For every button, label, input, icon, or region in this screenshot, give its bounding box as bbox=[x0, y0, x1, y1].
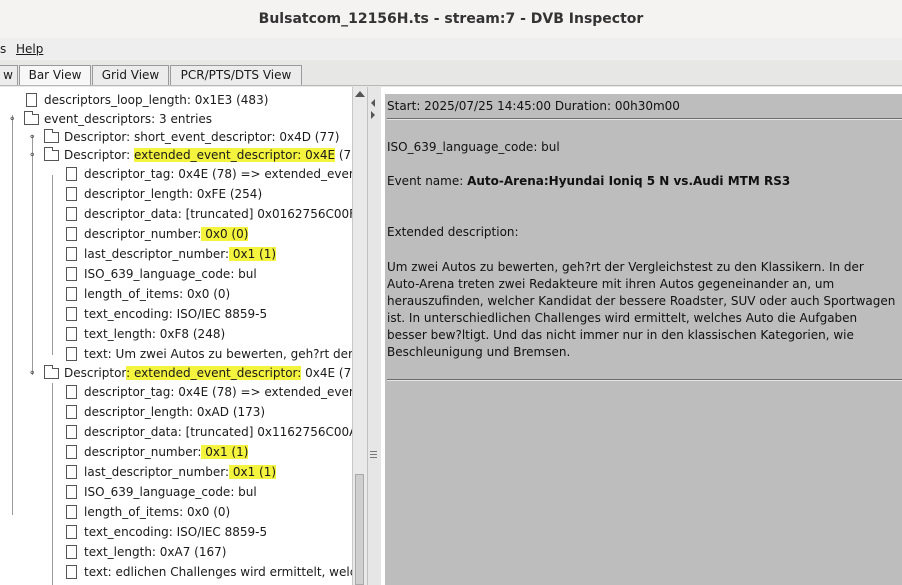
file-icon bbox=[66, 207, 77, 221]
view-tabs: w Bar View Grid View PCR/PTS/DTS View bbox=[0, 61, 902, 86]
separator-line bbox=[387, 118, 902, 120]
extended-description-line: besser bew?ltigt. Und das nicht immer nu… bbox=[387, 328, 854, 342]
extended-description-line: ist. In unterschiedlichen Challenges wir… bbox=[387, 311, 858, 325]
split-pane-divider[interactable] bbox=[367, 87, 382, 585]
file-icon bbox=[66, 187, 77, 201]
event-name: Auto-Arena:Hyundai Ioniq 5 N vs.Audi MTM… bbox=[467, 174, 791, 188]
tree-row[interactable]: ⚬ Descriptor: short_event_descriptor: 0x… bbox=[0, 127, 352, 147]
extended-description-line: Beschleunigung und Bremsen. bbox=[387, 345, 571, 359]
tree-row[interactable]: descriptor_tag: 0x4E (78) => extended_ev… bbox=[0, 164, 352, 184]
search-highlight: 0x1 (1) bbox=[201, 445, 249, 459]
tree-row[interactable]: text: Um zwei Autos zu bewerten, geh?rt … bbox=[0, 344, 352, 364]
tree-row[interactable]: descriptor_data: [truncated] 0x1162756C0… bbox=[0, 422, 352, 442]
tree-panel[interactable]: descriptors_loop_length: 0x1E3 (483) ⚬ e… bbox=[0, 87, 352, 585]
file-icon bbox=[66, 505, 77, 519]
file-icon bbox=[66, 425, 77, 439]
collapse-left-arrow-icon[interactable] bbox=[371, 99, 375, 107]
tree-row[interactable]: descriptor_length: 0xFE (254) bbox=[0, 184, 352, 204]
file-icon bbox=[66, 227, 77, 241]
extended-description-line: Um zwei Autos zu bewerten, geh?rt der Ve… bbox=[387, 260, 864, 274]
menu-bar: s Help bbox=[0, 38, 902, 60]
extended-description-line: herauszufinden, welcher Kandidat der bes… bbox=[387, 294, 896, 308]
tab-grid-view[interactable]: Grid View bbox=[92, 65, 169, 85]
tree-row[interactable]: descriptors_loop_length: 0x1E3 (483) bbox=[0, 90, 352, 110]
tree-row[interactable]: text_length: 0xA7 (167) bbox=[0, 542, 352, 562]
scroll-up-arrow-icon[interactable] bbox=[355, 91, 365, 97]
folder-icon bbox=[44, 129, 59, 143]
search-highlight: 0x1 (1) bbox=[229, 247, 277, 261]
search-highlight: : extended_event_descriptor: bbox=[126, 366, 302, 380]
tree-row[interactable]: length_of_items: 0x0 (0) bbox=[0, 502, 352, 522]
file-icon bbox=[66, 247, 77, 261]
menu-item-help[interactable]: Help bbox=[16, 42, 43, 56]
file-icon bbox=[66, 445, 77, 459]
file-icon bbox=[66, 327, 77, 341]
file-icon bbox=[66, 287, 77, 301]
tree-row[interactable]: descriptor_number: 0x0 (0) bbox=[0, 224, 352, 244]
file-icon bbox=[66, 347, 77, 361]
tree-row[interactable]: last_descriptor_number: 0x1 (1) bbox=[0, 462, 352, 482]
detail-document: Start: 2025/07/25 14:45:00 Duration: 00h… bbox=[385, 94, 902, 585]
title-bar: Bulsatcom_12156H.ts - stream:7 - DVB Ins… bbox=[0, 0, 902, 39]
start-duration-text: Start: 2025/07/25 14:45:00 Duration: 00h… bbox=[387, 99, 680, 113]
file-icon bbox=[66, 545, 77, 559]
expanded-toggle-icon[interactable]: ⚬ bbox=[28, 151, 36, 161]
file-icon bbox=[66, 385, 77, 399]
tab-bar-view[interactable]: Bar View bbox=[19, 65, 91, 85]
file-icon bbox=[66, 485, 77, 499]
file-icon bbox=[66, 525, 77, 539]
separator-line bbox=[387, 379, 902, 381]
tab-partial[interactable]: w bbox=[0, 65, 18, 85]
extended-description-label: Extended description: bbox=[387, 225, 519, 239]
search-highlight: 0x0 (0) bbox=[201, 227, 249, 241]
window-title: Bulsatcom_12156H.ts - stream:7 - DVB Ins… bbox=[258, 11, 644, 27]
tree-row[interactable]: text: edlichen Challenges wird ermittelt… bbox=[0, 562, 352, 582]
expanded-toggle-icon[interactable]: ⚬ bbox=[8, 115, 16, 125]
scrollbar-thumb[interactable] bbox=[355, 474, 364, 585]
tree-row[interactable]: ⚬ event_descriptors: 3 entries bbox=[0, 109, 352, 129]
tree-row[interactable]: descriptor_data: [truncated] 0x0162756C0… bbox=[0, 204, 352, 224]
file-icon bbox=[26, 93, 37, 107]
tree-row[interactable]: ⚬ Descriptor: extended_event_descriptor:… bbox=[0, 363, 352, 383]
tree-row[interactable]: ISO_639_language_code: bul bbox=[0, 264, 352, 284]
tree-vertical-scrollbar[interactable] bbox=[352, 87, 367, 585]
search-highlight: extended_event_descriptor: 0x4E bbox=[133, 148, 336, 162]
folder-open-icon bbox=[24, 111, 39, 125]
file-icon bbox=[66, 465, 77, 479]
tree-row[interactable]: last_descriptor_number: 0x1 (1) bbox=[0, 244, 352, 264]
folder-open-icon bbox=[44, 147, 59, 161]
menu-item-partial[interactable]: s bbox=[0, 42, 6, 56]
tree-row[interactable]: length_of_items: 0x0 (0) bbox=[0, 284, 352, 304]
file-icon bbox=[66, 565, 77, 579]
expanded-toggle-icon[interactable]: ⚬ bbox=[28, 369, 36, 379]
collapse-right-arrow-icon[interactable] bbox=[371, 111, 375, 119]
tree-row[interactable]: text_encoding: ISO/IEC 8859-5 bbox=[0, 522, 352, 542]
file-icon bbox=[66, 167, 77, 181]
extended-description-line: Auto-Arena treten zwei Redakteure mit ih… bbox=[387, 277, 835, 291]
file-icon bbox=[66, 307, 77, 321]
tree-row[interactable]: text_encoding: ISO/IEC 8859-5 bbox=[0, 304, 352, 324]
file-icon bbox=[66, 405, 77, 419]
detail-panel: Start: 2025/07/25 14:45:00 Duration: 00h… bbox=[381, 87, 902, 585]
folder-open-icon bbox=[44, 365, 59, 379]
file-icon bbox=[66, 267, 77, 281]
tree-row[interactable]: descriptor_number: 0x1 (1) bbox=[0, 442, 352, 462]
tree-row[interactable]: descriptor_tag: 0x4E (78) => extended_ev… bbox=[0, 382, 352, 402]
collapsed-toggle-icon[interactable]: ⚬ bbox=[28, 133, 36, 143]
tree-row[interactable]: descriptor_length: 0xAD (173) bbox=[0, 402, 352, 422]
tree-row[interactable]: ISO_639_language_code: bul bbox=[0, 482, 352, 502]
tree-row[interactable]: ⚬ Descriptor: extended_event_descriptor:… bbox=[0, 145, 352, 165]
search-highlight: 0x1 (1) bbox=[229, 465, 277, 479]
tree-row[interactable]: text_length: 0xF8 (248) bbox=[0, 324, 352, 344]
tab-pcr-pts-dts-view[interactable]: PCR/PTS/DTS View bbox=[170, 65, 302, 85]
language-code-text: ISO_639_language_code: bul bbox=[387, 140, 560, 154]
event-name-line: Event name: Auto-Arena:Hyundai Ioniq 5 N… bbox=[387, 174, 791, 188]
